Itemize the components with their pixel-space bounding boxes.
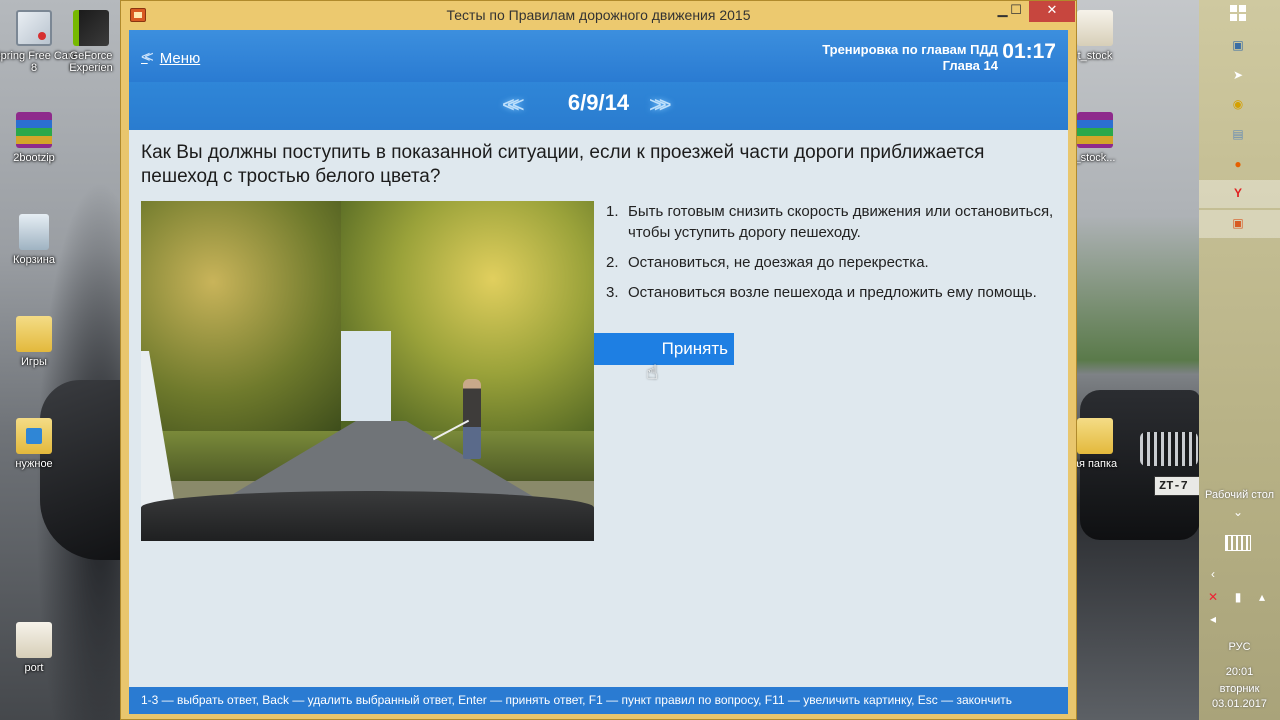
clock-weekday: вторник [1219, 683, 1260, 695]
maximize-button[interactable]: ☐ [1003, 1, 1029, 22]
folder-icon [1077, 418, 1113, 454]
pdd-app-icon: ▣ [1232, 216, 1244, 230]
desktop-icon-label: нужное [15, 458, 53, 470]
folder-icon [16, 622, 52, 658]
photo-sky [341, 331, 391, 421]
photo-pedestrian [463, 379, 481, 459]
photo-dashboard [141, 491, 594, 541]
mode-line-1: Тренировка по главам ПДД [822, 42, 998, 57]
desktop-icon-label: port [24, 662, 44, 674]
desktop-icon-label: Игры [21, 356, 47, 368]
hotkeys-footer: 1-3 — выбрать ответ, Back — удалить выбр… [129, 687, 1068, 714]
app-header: << Меню Тренировка по главам ПДД Глава 1… [129, 30, 1068, 82]
answer-text: Остановиться, не доезжая до перекрестка. [628, 254, 929, 271]
input-language[interactable]: РУС [1199, 640, 1280, 654]
answer-number: 2. [606, 254, 619, 271]
recycle-bin-icon [19, 214, 49, 250]
desktop-icon-needed[interactable]: нужное [0, 418, 78, 470]
nvidia-icon [73, 10, 109, 46]
folder-icon [16, 418, 52, 454]
touch-keyboard-icon[interactable] [1225, 535, 1251, 551]
question-text: Как Вы должны поступить в показанной сит… [141, 142, 985, 187]
window-title: Тесты по Правилам дорожного движения 201… [446, 7, 751, 23]
answer-text: Остановиться возле пешехода и предложить… [628, 284, 1037, 301]
folder-icon [1077, 10, 1113, 46]
volume-icon[interactable]: ◂ [1204, 612, 1222, 628]
right-taskbar: ▣ ➤ ◉ ▤ ● Y ▣ Рабочий стол ⌄ ‹ ✕ ▮ ▴ ◂ Р… [1199, 0, 1280, 720]
mode-line-2: Глава 14 [942, 58, 998, 73]
answer-option-3[interactable]: 3. Остановиться возле пешехода и предлож… [594, 282, 1054, 303]
chevron-down-icon[interactable]: ⌄ [1229, 505, 1247, 521]
car-grille [1140, 432, 1198, 466]
app-window: Тесты по Правилам дорожного движения 201… [120, 0, 1077, 720]
winrar-archive-icon [16, 112, 52, 148]
desktop-icon-label: GeForce Experien [69, 50, 113, 74]
window-titlebar[interactable]: Тесты по Правилам дорожного движения 201… [121, 1, 1076, 30]
mode-title: Тренировка по главам ПДД Глава 14 [822, 42, 998, 74]
car-plate: ZT-7 [1154, 476, 1200, 496]
desktop-icon-label: Корзина [13, 254, 55, 266]
question-counter: 6/9/14 [567, 90, 630, 115]
image-viewer-icon[interactable]: ▤ [1229, 127, 1247, 143]
winrar-archive-icon [1077, 112, 1113, 148]
wallpaper-car-left [40, 380, 130, 560]
ispring-icon[interactable]: ◉ [1229, 97, 1247, 113]
menu-link[interactable]: << Меню [141, 46, 200, 70]
menu-label: Меню [159, 49, 201, 67]
yandex-browser-icon: Y [1233, 186, 1242, 200]
network-error-icon[interactable]: ✕ [1204, 590, 1222, 606]
answer-option-2[interactable]: 2. Остановиться, не доезжая до перекрест… [594, 252, 1054, 273]
pointer-app-icon[interactable]: ➤ [1229, 68, 1247, 84]
answer-option-1[interactable]: 1. Быть готовым снизить скорость движени… [594, 201, 1054, 243]
timer: 01:17 [1002, 40, 1056, 63]
desktop-wallpaper-right [1076, 0, 1200, 720]
question-photo[interactable] [141, 201, 594, 541]
close-button[interactable]: ✕ [1029, 1, 1075, 22]
firefox-icon[interactable]: ● [1229, 157, 1247, 173]
desktop-icon-port[interactable]: port [0, 622, 78, 674]
desktop-icon-2bootzip[interactable]: 2bootzip [0, 112, 78, 164]
question-navigator: <<< 6/9/14 >>> [129, 82, 1068, 130]
desktop-toolbar-label[interactable]: Рабочий стол [1199, 488, 1280, 502]
desktop-icon-geforce[interactable]: GeForce Experien [56, 10, 126, 74]
answer-number: 3. [606, 284, 619, 301]
desktop-icon-games[interactable]: Игры [0, 316, 78, 368]
screen-recorder-icon [16, 10, 52, 46]
folder-icon [16, 316, 52, 352]
windows-start-icon[interactable] [1230, 5, 1246, 21]
battery-icon[interactable]: ▮ [1229, 590, 1247, 606]
next-question-arrow-icon[interactable]: >>> [649, 92, 671, 118]
desktop-icon-label: 2bootzip [13, 152, 55, 164]
explorer-icon[interactable]: ▣ [1229, 38, 1247, 54]
accept-button[interactable]: Принять [594, 333, 734, 365]
signal-icon[interactable]: ▴ [1253, 590, 1271, 606]
show-hidden-icons-icon[interactable]: ‹ [1204, 567, 1222, 583]
hand-cursor-icon: ☝ [646, 362, 659, 384]
answer-text: Быть готовым снизить скорость движения и… [628, 203, 1054, 241]
answer-list: 1. Быть готовым снизить скорость движени… [594, 201, 1054, 312]
clock-time[interactable]: 20:01 [1199, 665, 1280, 679]
chevron-left-icon: << [141, 49, 154, 66]
answer-number: 1. [606, 203, 619, 220]
app-client-area: << Меню Тренировка по главам ПДД Глава 1… [129, 30, 1068, 714]
clock-date: 03.01.2017 [1211, 698, 1268, 710]
desktop-icon-recycle-bin[interactable]: Корзина [0, 214, 78, 266]
